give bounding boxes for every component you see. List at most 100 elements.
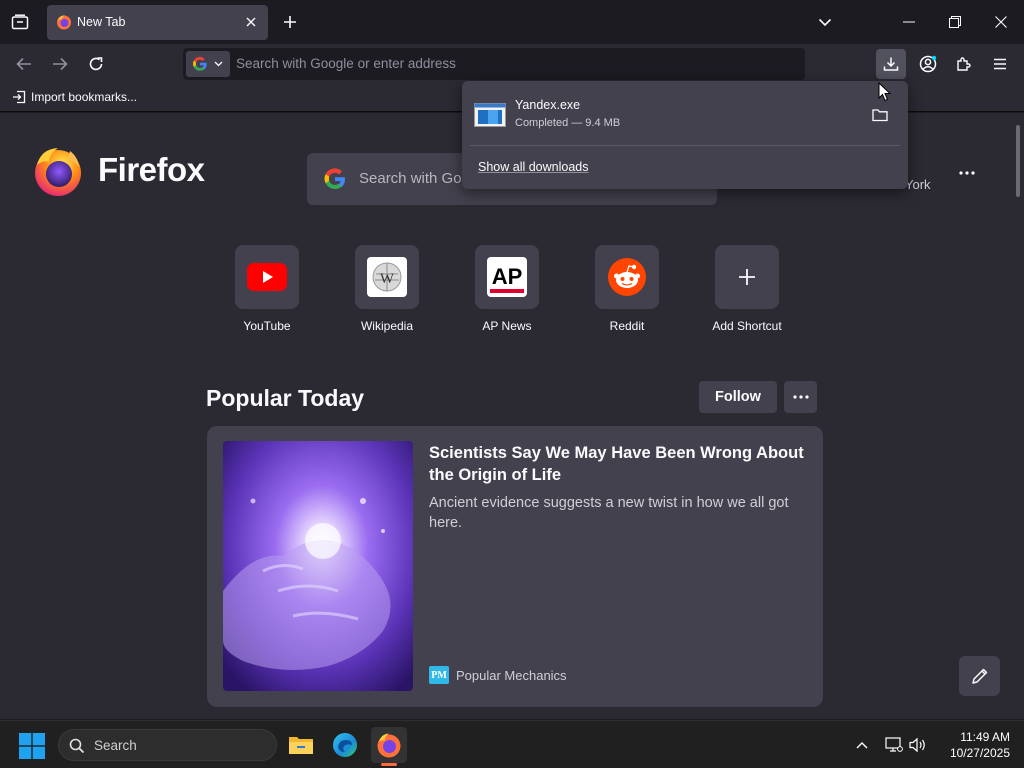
shortcut-tile: AP — [475, 245, 539, 309]
downloads-button[interactable] — [876, 49, 906, 79]
network-icon — [885, 737, 903, 752]
tab-close-button[interactable] — [243, 14, 259, 30]
chevron-down-icon — [818, 18, 832, 27]
forward-button[interactable] — [46, 50, 74, 78]
minimize-icon — [903, 21, 915, 23]
shortcut-label: AP News — [482, 319, 532, 333]
arrow-right-icon — [53, 57, 68, 71]
story-thumbnail — [223, 441, 413, 691]
weather-menu-button[interactable] — [953, 161, 981, 185]
popular-today-heading: Popular Today — [206, 385, 365, 411]
shortcut-label: Reddit — [609, 319, 645, 333]
plus-icon — [739, 269, 755, 285]
taskbar-search-label: Search — [94, 738, 137, 753]
account-button[interactable] — [913, 49, 943, 79]
windows-start-icon[interactable] — [19, 733, 45, 759]
plus-icon — [284, 16, 296, 28]
extensions-button[interactable] — [949, 49, 979, 79]
reload-button[interactable] — [82, 50, 110, 78]
taskbar-file-explorer[interactable] — [283, 727, 319, 763]
story-excerpt: Ancient evidence suggests a new twist in… — [429, 495, 789, 531]
search-icon — [69, 738, 85, 754]
new-tab-button[interactable] — [279, 11, 301, 33]
shortcut-tile — [595, 245, 659, 309]
minimize-button[interactable] — [886, 0, 932, 44]
account-icon — [919, 55, 937, 73]
youtube-icon — [247, 263, 287, 291]
shortcut-wikipedia[interactable]: W Wikipedia — [337, 245, 437, 333]
file-explorer-icon — [289, 737, 313, 754]
shortcut-label: Add Shortcut — [712, 319, 782, 333]
story-source: PM Popular Mechanics — [429, 666, 567, 684]
shortcut-add[interactable]: Add Shortcut — [697, 245, 797, 333]
story-card[interactable]: Scientists Say We May Have Been Wrong Ab… — [207, 426, 823, 707]
search-engine-button[interactable] — [186, 51, 230, 77]
chevron-up-icon — [856, 742, 868, 749]
back-button[interactable] — [10, 50, 38, 78]
address-bar-placeholder: Search with Google or enter address — [236, 56, 456, 71]
edge-icon — [333, 733, 357, 757]
section-more-button[interactable] — [784, 381, 817, 413]
clock-date: 10/27/2025 — [949, 746, 1010, 760]
close-icon — [995, 16, 1007, 28]
active-app-indicator — [381, 763, 397, 766]
firefox-view-icon — [11, 14, 29, 30]
page-scrollbar[interactable] — [1016, 125, 1020, 197]
story-source-name: Popular Mechanics — [456, 667, 567, 683]
svg-text:W: W — [380, 271, 395, 287]
firefox-view-button[interactable] — [8, 10, 32, 34]
taskbar-firefox[interactable] — [371, 727, 407, 763]
shortcut-youtube[interactable]: YouTube — [217, 245, 317, 333]
firefox-logo — [35, 148, 81, 196]
pencil-icon — [971, 668, 987, 684]
svg-text:AP: AP — [492, 264, 523, 289]
more-icon — [792, 395, 809, 399]
speaker-icon — [909, 737, 925, 753]
google-icon — [193, 56, 207, 71]
import-icon — [13, 90, 26, 104]
reddit-icon — [608, 258, 646, 296]
hamburger-menu-icon — [994, 58, 1006, 70]
close-icon — [246, 17, 256, 27]
download-status: Completed — 9.4 MB — [515, 117, 621, 129]
follow-button[interactable]: Follow — [699, 381, 777, 413]
firefox-favicon-icon — [57, 15, 71, 30]
chevron-down-icon — [214, 61, 223, 67]
tray-network-button[interactable] — [884, 735, 904, 755]
mouse-cursor-icon — [878, 82, 892, 102]
tray-volume-button[interactable] — [908, 735, 928, 755]
show-all-downloads-link[interactable]: Show all downloads — [478, 160, 589, 174]
panel-separator — [470, 145, 900, 146]
restore-button[interactable] — [932, 0, 978, 44]
firefox-wordmark: Firefox — [98, 151, 205, 188]
navigation-toolbar: Search with Google or enter address — [0, 44, 1024, 84]
app-menu-button[interactable] — [985, 49, 1015, 79]
show-in-folder-button[interactable] — [870, 105, 890, 125]
more-icon — [959, 171, 975, 175]
close-window-button[interactable] — [978, 0, 1024, 44]
taskbar-search-box[interactable]: Search — [58, 729, 277, 761]
import-bookmarks-button[interactable]: Import bookmarks... — [12, 90, 137, 104]
download-icon — [883, 57, 899, 71]
tray-overflow-button[interactable] — [852, 735, 872, 755]
windows-taskbar: Search 11:49 AM 10/27/2025 — [0, 720, 1024, 768]
customize-button[interactable] — [959, 656, 1000, 696]
shortcut-tile — [235, 245, 299, 309]
new-tab-page: Firefox Search with Google or enter addr… — [0, 113, 1024, 719]
executable-file-icon — [474, 103, 506, 127]
download-file-name: Yandex.exe — [515, 98, 581, 112]
shortcut-tile — [715, 245, 779, 309]
downloads-panel: Yandex.exe Completed — 9.4 MB Show all d… — [462, 81, 908, 189]
shortcut-label: YouTube — [243, 319, 291, 333]
tab-title: New Tab — [77, 15, 126, 29]
arrow-left-icon — [16, 57, 31, 71]
tab-new-tab[interactable]: New Tab — [47, 5, 268, 40]
taskbar-clock[interactable]: 11:49 AM 10/27/2025 — [940, 729, 1010, 761]
address-bar[interactable]: Search with Google or enter address — [183, 48, 805, 80]
shortcut-label: Wikipedia — [360, 319, 414, 333]
shortcut-reddit[interactable]: Reddit — [577, 245, 677, 333]
restore-icon — [949, 16, 961, 28]
shortcut-ap-news[interactable]: AP AP News — [457, 245, 557, 333]
taskbar-edge[interactable] — [327, 727, 363, 763]
list-all-tabs-button[interactable] — [814, 11, 836, 33]
